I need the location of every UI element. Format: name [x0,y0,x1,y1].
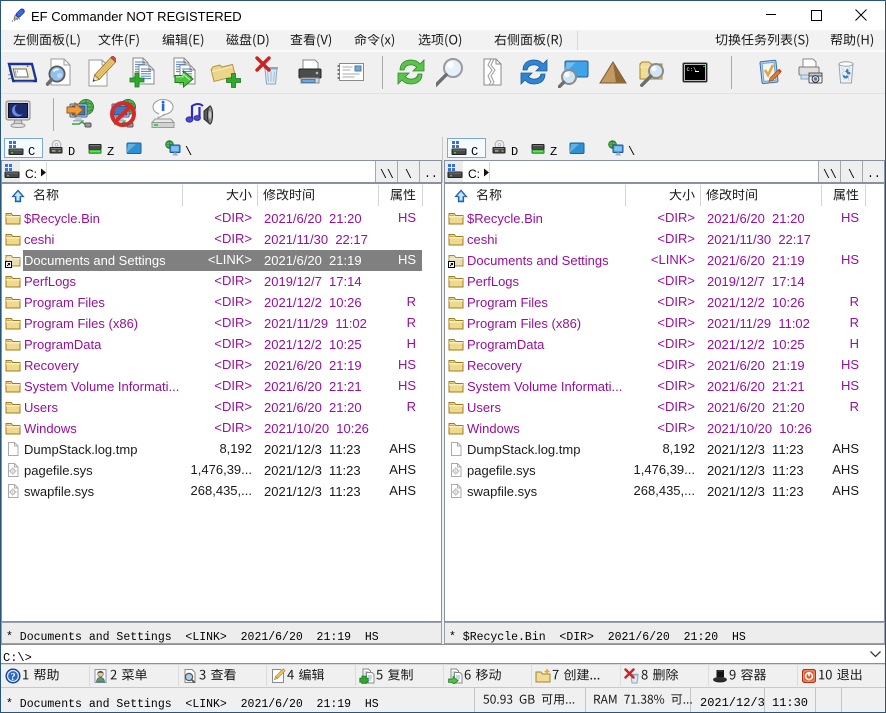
svg-text:?: ? [10,672,15,683]
svg-text:C:\: C:\ [687,66,697,73]
